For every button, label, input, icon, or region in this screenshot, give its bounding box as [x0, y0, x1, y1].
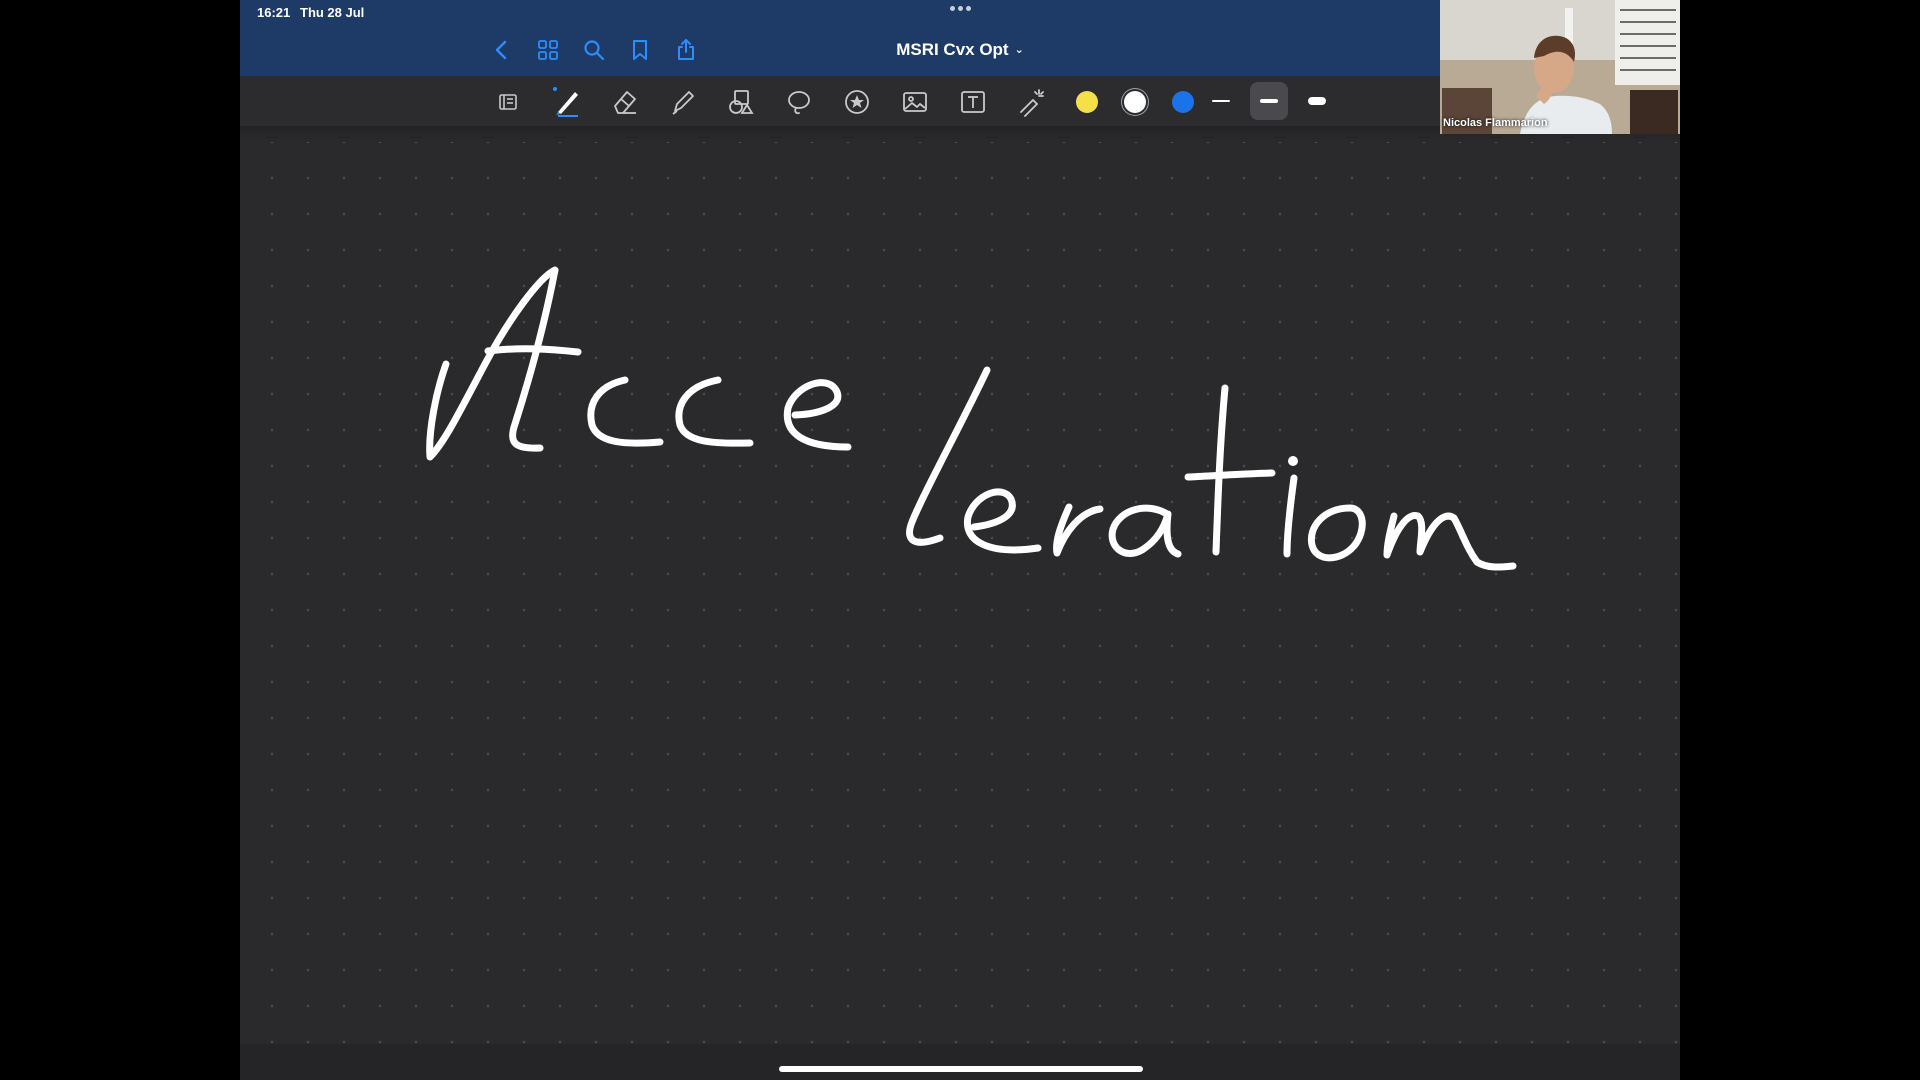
participant-name: Nicolas Flammarion: [1443, 117, 1548, 129]
text-box-icon[interactable]: [957, 86, 989, 118]
image-icon[interactable]: [899, 86, 931, 118]
document-title-text: MSRI Cvx Opt: [896, 40, 1009, 59]
bottom-bar: [240, 1044, 1680, 1080]
thick-stroke-icon: [1308, 97, 1326, 105]
page-tool-icon[interactable]: [492, 86, 524, 118]
color-swatch-white[interactable]: [1124, 91, 1146, 113]
color-swatch-yellow[interactable]: [1076, 91, 1098, 113]
status-date: Thu 28 Jul: [300, 5, 365, 20]
shapes-icon[interactable]: [725, 86, 757, 118]
color-swatch-blue[interactable]: [1172, 91, 1194, 113]
stroke-width-thin[interactable]: [1202, 82, 1240, 120]
status-time: 16:21: [257, 5, 291, 20]
stroke-width-thick[interactable]: [1298, 82, 1336, 120]
participant-video-feed: [1440, 0, 1680, 134]
chevron-down-icon: ⌄: [1014, 44, 1024, 56]
handwriting-ink: [426, 266, 1517, 571]
highlighter-icon[interactable]: [667, 86, 699, 118]
laser-pointer-icon[interactable]: [1015, 86, 1047, 118]
home-indicator[interactable]: [779, 1066, 1143, 1072]
lasso-icon[interactable]: [783, 86, 815, 118]
eraser-icon[interactable]: [609, 86, 641, 118]
stroke-width-medium[interactable]: [1250, 82, 1288, 120]
thin-stroke-icon: [1212, 100, 1230, 102]
note-canvas[interactable]: [240, 142, 1680, 1044]
pen-icon[interactable]: [550, 86, 582, 118]
medium-stroke-icon: [1260, 99, 1278, 103]
participant-video[interactable]: Nicolas Flammarion: [1440, 0, 1680, 134]
ipad-screen: 16:21 Thu 28 Jul MSRI Cvx Opt ⌄: [240, 0, 1680, 1080]
sticker-icon[interactable]: [841, 86, 873, 118]
multitasking-dots-icon[interactable]: [950, 6, 971, 11]
